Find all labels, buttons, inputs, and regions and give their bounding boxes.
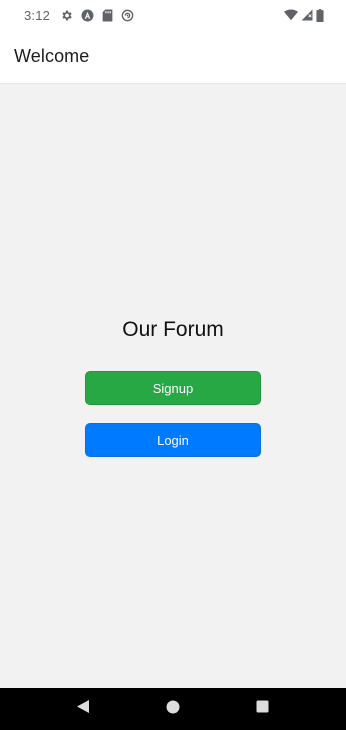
signup-button-label: Signup: [152, 380, 194, 396]
main-content: Our Forum Signup Login: [0, 85, 346, 688]
forum-title: Our Forum: [122, 318, 224, 341]
back-icon: [76, 699, 90, 719]
settings-icon: [60, 9, 73, 22]
app-bar-title: Welcome: [14, 46, 90, 66]
recents-icon: [256, 700, 269, 718]
login-button[interactable]: Login: [85, 423, 261, 457]
android-icon: [81, 9, 94, 22]
signup-button[interactable]: Signup: [85, 371, 261, 405]
system-icons: [284, 8, 324, 22]
cell-signal-icon: [301, 9, 313, 21]
status-left: 3:12: [24, 8, 134, 23]
sd-card-icon: [102, 9, 113, 22]
status-bar: 3:12: [0, 0, 346, 30]
recents-button[interactable]: [242, 688, 282, 730]
home-button[interactable]: [153, 688, 193, 730]
status-time: 3:12: [24, 7, 51, 23]
back-button[interactable]: [63, 688, 103, 730]
login-button-label: Login: [157, 432, 189, 448]
wifi-icon: [284, 9, 298, 21]
home-icon: [166, 700, 180, 719]
battery-icon: [316, 8, 324, 22]
notification-icons: [60, 9, 134, 22]
app-bar: Welcome: [0, 30, 346, 84]
sync-icon: [121, 9, 134, 22]
navigation-bar: [0, 688, 346, 730]
